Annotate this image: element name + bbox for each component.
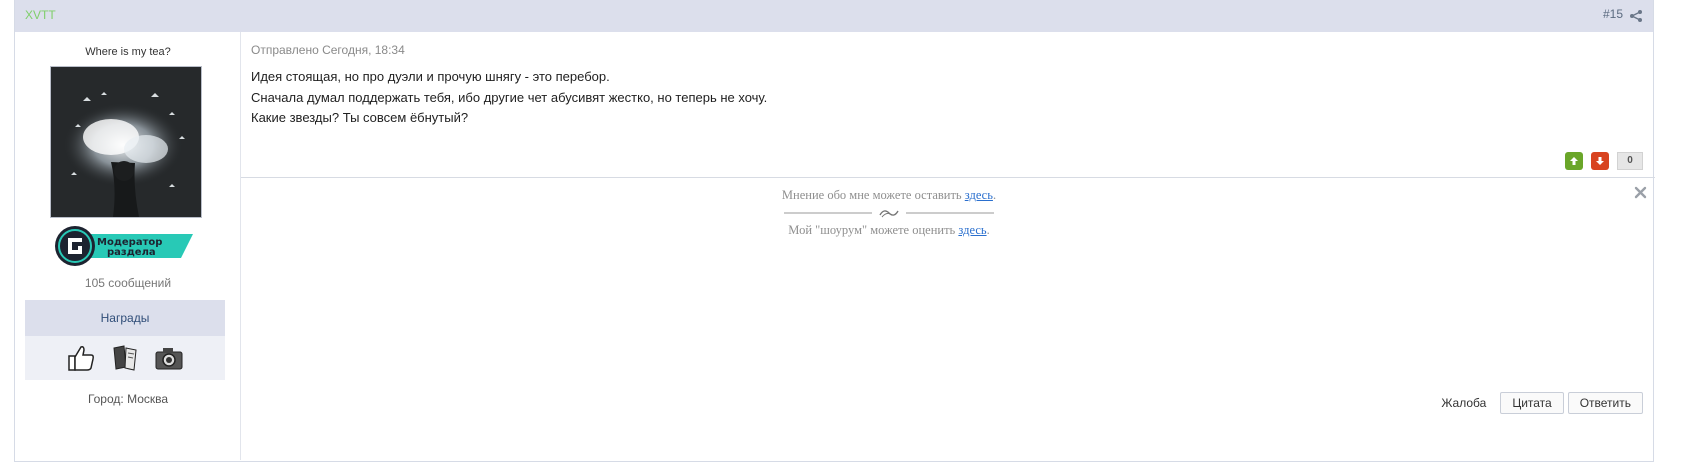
author-name[interactable]: XVTT [25,8,56,22]
signature-line-1: Мнение обо мне можете оставить здесь. [241,185,1537,205]
post-content: Отправлено Сегодня, 18:34 Идея стоящая, … [241,32,1655,460]
rating-count: 0 [1617,152,1643,170]
page-edge [1670,0,1693,466]
avatar[interactable] [50,66,202,218]
post-actions: Жалоба Цитата Ответить [1441,392,1643,414]
vote-up-button[interactable] [1565,152,1583,170]
signature-text: Мой "шоурум" можете оценить [788,223,959,237]
user-sidebar: Where is my tea? Модератор раздела 105 с… [15,32,241,460]
thumbs-up-icon[interactable] [66,343,96,373]
post-date: Отправлено Сегодня, 18:34 [251,43,405,57]
vote-controls: 0 [1565,152,1643,170]
post-body-line: Сначала думал поддержать тебя, ибо други… [251,89,768,105]
user-title: Where is my tea? [85,46,171,58]
book-icon[interactable] [110,343,140,373]
signature-line-2: Мой "шоурум" можете оценить здесь. [241,221,1537,239]
city-field: Город: Москва [15,392,241,406]
awards-list [25,336,225,380]
awards-header[interactable]: Награды [25,300,225,336]
avatar-image [51,67,201,217]
arrow-down-icon [1596,157,1604,165]
reply-button[interactable]: Ответить [1567,392,1643,414]
report-link[interactable]: Жалоба [1441,396,1486,410]
signature-link-opinion[interactable]: здесь [965,188,993,202]
signature: Мнение обо мне можете оставить здесь. Мо… [241,185,1537,239]
post-body-line: Какие звезды? Ты совсем ёбнутый? [251,110,469,125]
post-count[interactable]: 105 сообщений [15,276,241,290]
quote-button[interactable]: Цитата [1500,392,1564,414]
svg-text:раздела: раздела [107,247,156,258]
forum-post: XVTT #15 Where is my tea? Модератор разд… [14,0,1655,462]
city-label: Город: [87,392,124,406]
vote-down-button[interactable] [1591,152,1609,170]
arrow-up-icon [1570,157,1578,165]
post-body-line: Идея стоящая, но про дуэли и прочую шняг… [251,69,610,84]
city-value: Москва [127,392,169,406]
signature-punct: . [986,223,990,237]
signature-punct: . [992,188,997,202]
post-body: Идея стоящая, но про дуэли и прочую шняг… [251,67,767,129]
signature-text: Мнение обо мне можете оставить [781,188,965,202]
moderator-badge: Модератор раздела [53,224,209,270]
signature-divider [241,177,1655,178]
signature-link-showroom[interactable]: здесь [958,223,986,237]
post-header: XVTT #15 [15,0,1653,32]
post-number-link[interactable]: #15 [1603,7,1623,21]
close-icon[interactable] [1634,186,1647,199]
signature-ornament [241,205,1537,221]
share-icon[interactable] [1629,9,1643,23]
camera-icon[interactable] [154,343,184,373]
